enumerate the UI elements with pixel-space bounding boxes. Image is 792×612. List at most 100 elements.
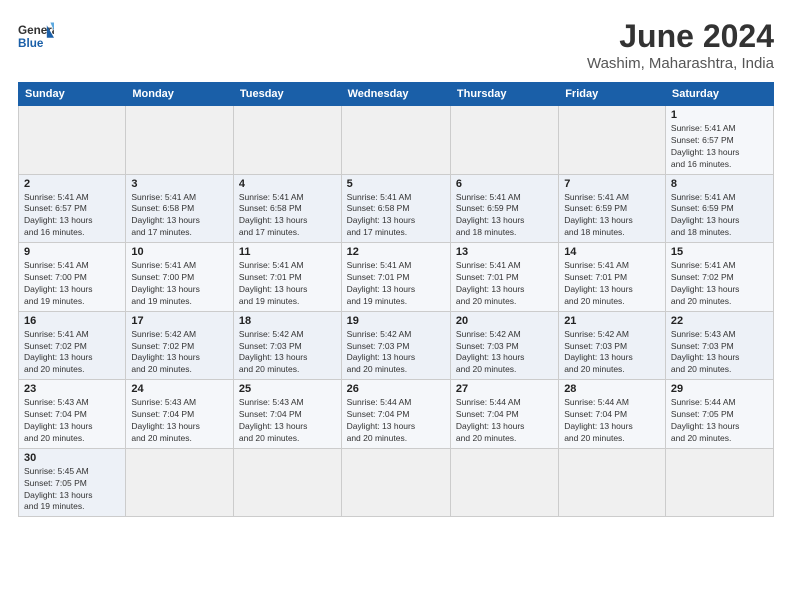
day-number: 16 — [24, 315, 120, 327]
calendar-cell: 23 Sunrise: 5:43 AM Sunset: 7:04 PM Dayli… — [19, 380, 126, 449]
calendar-cell: 13Sunrise: 5:41 AM Sunset: 7:01 PM Dayli… — [450, 243, 558, 312]
calendar-cell: 20 Sunrise: 5:42 AM Sunset: 7:03 PM Dayli… — [450, 311, 558, 380]
day-info: Sunrise: 5:42 AM Sunset: 7:03 PM Dayligh… — [456, 329, 553, 377]
day-number: 25 — [239, 383, 336, 395]
calendar-cell: 24 Sunrise: 5:43 AM Sunset: 7:04 PM Dayli… — [126, 380, 234, 449]
day-info: Sunrise: 5:44 AM Sunset: 7:05 PM Dayligh… — [671, 397, 768, 445]
calendar-cell: 5 Sunrise: 5:41 AM Sunset: 6:58 PM Daylig… — [341, 174, 450, 243]
day-info: Sunrise: 5:43 AM Sunset: 7:03 PM Dayligh… — [671, 329, 768, 377]
header: General Blue June 2024 Washim, Maharasht… — [18, 18, 774, 72]
day-number: 11 — [239, 246, 336, 258]
day-number: 21 — [564, 315, 660, 327]
day-number: 2 — [24, 178, 120, 190]
day-info: Sunrise: 5:41 AM Sunset: 6:59 PM Dayligh… — [456, 192, 553, 240]
day-info: Sunrise: 5:41 AM Sunset: 7:01 PM Dayligh… — [239, 260, 336, 308]
day-number: 3 — [131, 178, 228, 190]
day-info: Sunrise: 5:41 AM Sunset: 6:58 PM Dayligh… — [239, 192, 336, 240]
calendar-cell: 25 Sunrise: 5:43 AM Sunset: 7:04 PM Dayli… — [233, 380, 341, 449]
calendar-cell: 17Sunrise: 5:42 AM Sunset: 7:02 PM Dayli… — [126, 311, 234, 380]
day-number: 18 — [239, 315, 336, 327]
day-info: Sunrise: 5:43 AM Sunset: 7:04 PM Dayligh… — [24, 397, 120, 445]
calendar-cell — [341, 448, 450, 517]
calendar-cell — [559, 448, 666, 517]
day-info: Sunrise: 5:41 AM Sunset: 7:01 PM Dayligh… — [456, 260, 553, 308]
calendar-cell — [233, 106, 341, 175]
calendar-cell: 22Sunrise: 5:43 AM Sunset: 7:03 PM Dayli… — [665, 311, 773, 380]
calendar-week-5: 23 Sunrise: 5:43 AM Sunset: 7:04 PM Dayli… — [19, 380, 774, 449]
calendar-cell: 1 Sunrise: 5:41 AM Sunset: 6:57 PM Daylig… — [665, 106, 773, 175]
calendar-cell: 14Sunrise: 5:41 AM Sunset: 7:01 PM Dayli… — [559, 243, 666, 312]
day-info: Sunrise: 5:41 AM Sunset: 7:01 PM Dayligh… — [564, 260, 660, 308]
day-info: Sunrise: 5:41 AM Sunset: 6:59 PM Dayligh… — [564, 192, 660, 240]
day-number: 28 — [564, 383, 660, 395]
day-info: Sunrise: 5:41 AM Sunset: 7:01 PM Dayligh… — [347, 260, 445, 308]
day-number: 4 — [239, 178, 336, 190]
calendar-week-3: 9 Sunrise: 5:41 AM Sunset: 7:00 PM Daylig… — [19, 243, 774, 312]
calendar-cell: 11 Sunrise: 5:41 AM Sunset: 7:01 PM Dayli… — [233, 243, 341, 312]
weekday-header-saturday: Saturday — [665, 83, 773, 106]
calendar-week-4: 16 Sunrise: 5:41 AM Sunset: 7:02 PM Dayli… — [19, 311, 774, 380]
weekday-header-thursday: Thursday — [450, 83, 558, 106]
day-info: Sunrise: 5:42 AM Sunset: 7:02 PM Dayligh… — [131, 329, 228, 377]
weekday-header-row: SundayMondayTuesdayWednesdayThursdayFrid… — [19, 83, 774, 106]
calendar-cell: 26Sunrise: 5:44 AM Sunset: 7:04 PM Dayli… — [341, 380, 450, 449]
calendar-cell — [233, 448, 341, 517]
day-info: Sunrise: 5:41 AM Sunset: 7:02 PM Dayligh… — [671, 260, 768, 308]
day-number: 5 — [347, 178, 445, 190]
calendar-cell — [126, 448, 234, 517]
day-number: 12 — [347, 246, 445, 258]
day-number: 9 — [24, 246, 120, 258]
day-number: 23 — [24, 383, 120, 395]
day-info: Sunrise: 5:41 AM Sunset: 7:00 PM Dayligh… — [131, 260, 228, 308]
calendar-cell: 16 Sunrise: 5:41 AM Sunset: 7:02 PM Dayli… — [19, 311, 126, 380]
day-number: 19 — [347, 315, 445, 327]
day-number: 6 — [456, 178, 553, 190]
calendar-cell — [450, 448, 558, 517]
calendar-cell — [126, 106, 234, 175]
calendar-cell — [665, 448, 773, 517]
day-number: 24 — [131, 383, 228, 395]
calendar-cell: 12 Sunrise: 5:41 AM Sunset: 7:01 PM Dayli… — [341, 243, 450, 312]
title-block: June 2024 Washim, Maharashtra, India — [587, 18, 774, 72]
calendar-cell — [341, 106, 450, 175]
calendar-cell: 29Sunrise: 5:44 AM Sunset: 7:05 PM Dayli… — [665, 380, 773, 449]
calendar-cell: 10Sunrise: 5:41 AM Sunset: 7:00 PM Dayli… — [126, 243, 234, 312]
day-number: 15 — [671, 246, 768, 258]
day-info: Sunrise: 5:42 AM Sunset: 7:03 PM Dayligh… — [347, 329, 445, 377]
day-info: Sunrise: 5:41 AM Sunset: 6:58 PM Dayligh… — [347, 192, 445, 240]
day-info: Sunrise: 5:41 AM Sunset: 7:00 PM Dayligh… — [24, 260, 120, 308]
day-info: Sunrise: 5:41 AM Sunset: 7:02 PM Dayligh… — [24, 329, 120, 377]
day-info: Sunrise: 5:41 AM Sunset: 6:57 PM Dayligh… — [24, 192, 120, 240]
calendar-cell: 2 Sunrise: 5:41 AM Sunset: 6:57 PM Daylig… — [19, 174, 126, 243]
day-info: Sunrise: 5:43 AM Sunset: 7:04 PM Dayligh… — [131, 397, 228, 445]
day-number: 20 — [456, 315, 553, 327]
weekday-header-wednesday: Wednesday — [341, 83, 450, 106]
calendar-cell: 9 Sunrise: 5:41 AM Sunset: 7:00 PM Daylig… — [19, 243, 126, 312]
weekday-header-friday: Friday — [559, 83, 666, 106]
day-info: Sunrise: 5:42 AM Sunset: 7:03 PM Dayligh… — [239, 329, 336, 377]
calendar-cell — [19, 106, 126, 175]
day-info: Sunrise: 5:41 AM Sunset: 6:59 PM Dayligh… — [671, 192, 768, 240]
day-number: 27 — [456, 383, 553, 395]
calendar-cell: 21Sunrise: 5:42 AM Sunset: 7:03 PM Dayli… — [559, 311, 666, 380]
calendar-cell: 3Sunrise: 5:41 AM Sunset: 6:58 PM Daylig… — [126, 174, 234, 243]
day-info: Sunrise: 5:44 AM Sunset: 7:04 PM Dayligh… — [564, 397, 660, 445]
calendar-cell: 6 Sunrise: 5:41 AM Sunset: 6:59 PM Daylig… — [450, 174, 558, 243]
day-info: Sunrise: 5:43 AM Sunset: 7:04 PM Dayligh… — [239, 397, 336, 445]
calendar-cell: 19 Sunrise: 5:42 AM Sunset: 7:03 PM Dayli… — [341, 311, 450, 380]
day-info: Sunrise: 5:41 AM Sunset: 6:57 PM Dayligh… — [671, 123, 768, 171]
weekday-header-tuesday: Tuesday — [233, 83, 341, 106]
calendar-cell — [559, 106, 666, 175]
logo: General Blue — [18, 18, 54, 54]
page: General Blue June 2024 Washim, Maharasht… — [0, 0, 792, 612]
day-number: 1 — [671, 109, 768, 121]
calendar-cell: 27 Sunrise: 5:44 AM Sunset: 7:04 PM Dayli… — [450, 380, 558, 449]
weekday-header-sunday: Sunday — [19, 83, 126, 106]
day-number: 8 — [671, 178, 768, 190]
calendar-cell: 7 Sunrise: 5:41 AM Sunset: 6:59 PM Daylig… — [559, 174, 666, 243]
location-subtitle: Washim, Maharashtra, India — [587, 55, 774, 72]
calendar-cell: 4 Sunrise: 5:41 AM Sunset: 6:58 PM Daylig… — [233, 174, 341, 243]
calendar-week-1: 1 Sunrise: 5:41 AM Sunset: 6:57 PM Daylig… — [19, 106, 774, 175]
day-number: 7 — [564, 178, 660, 190]
day-info: Sunrise: 5:44 AM Sunset: 7:04 PM Dayligh… — [456, 397, 553, 445]
